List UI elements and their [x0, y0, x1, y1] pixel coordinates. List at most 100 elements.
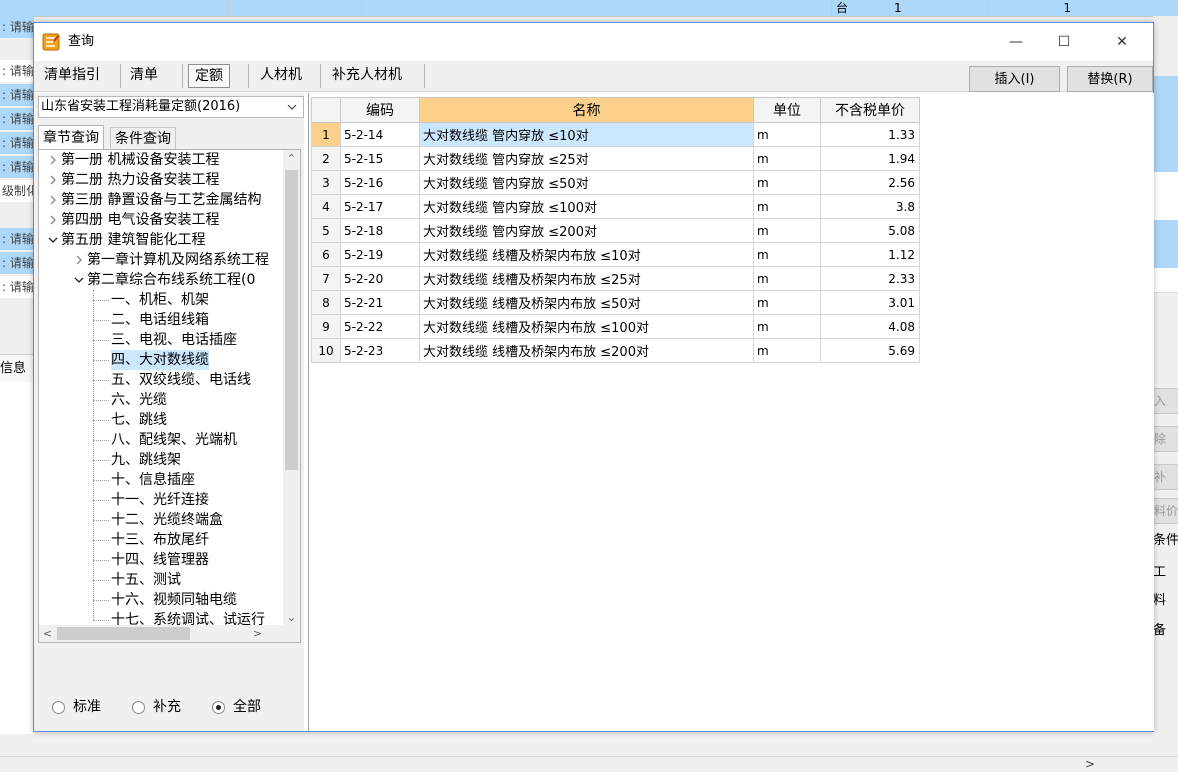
- quota-name[interactable]: 大对数线缆 管内穿放 ≤200对: [419, 218, 754, 243]
- tree-folder-node[interactable]: 第二册 热力设备安装工程: [61, 170, 219, 190]
- radio-standard[interactable]: 标准: [52, 697, 101, 717]
- table-row[interactable]: 6 5-2-19 大对数线缆 线槽及桥架内布放 ≤10对 m 1.12: [311, 242, 920, 267]
- insert-button[interactable]: 插入(I): [969, 66, 1060, 92]
- tree-leaf-node[interactable]: 十五、测试: [111, 570, 181, 590]
- row-number[interactable]: 7: [311, 266, 341, 291]
- quota-name[interactable]: 大对数线缆 线槽及桥架内布放 ≤100对: [419, 314, 754, 339]
- tree-leaf-node[interactable]: 二、电话组线箱: [111, 310, 209, 330]
- bg-scroll-right[interactable]: >: [1085, 757, 1095, 771]
- tree-horizontal-scrollbar[interactable]: < >: [39, 625, 300, 642]
- tree-vertical-scroll-thumb[interactable]: [285, 170, 298, 470]
- tab-supplement-labor-material[interactable]: 补充人材机: [326, 64, 408, 86]
- header-name[interactable]: 名称: [419, 97, 754, 123]
- header-price-excl-tax[interactable]: 不含税单价: [820, 97, 920, 123]
- quota-name[interactable]: 大对数线缆 管内穿放 ≤25对: [419, 146, 754, 171]
- quota-price[interactable]: 1.33: [820, 122, 920, 147]
- title-bar[interactable]: 查询 — ☐ ✕: [34, 23, 1153, 61]
- tree-leaf-node[interactable]: 十、信息插座: [111, 470, 195, 490]
- header-code[interactable]: 编码: [340, 97, 420, 123]
- tree-horizontal-scroll-thumb[interactable]: [57, 627, 190, 640]
- quota-code[interactable]: 5-2-23: [340, 338, 420, 363]
- tab-list-guide[interactable]: 清单指引: [38, 64, 106, 86]
- tree-folder-node[interactable]: 第一册 机械设备安装工程: [61, 150, 219, 170]
- quota-code[interactable]: 5-2-19: [340, 242, 420, 267]
- tree-folder-node[interactable]: 第五册 建筑智能化工程: [61, 230, 205, 250]
- quota-unit[interactable]: m: [753, 314, 821, 339]
- quota-code[interactable]: 5-2-14: [340, 122, 420, 147]
- quota-price[interactable]: 2.33: [820, 266, 920, 291]
- tree-folder-node[interactable]: 第二章综合布线系统工程(0: [87, 270, 255, 290]
- collapsed-chevron-icon[interactable]: [47, 150, 59, 170]
- quota-price[interactable]: 1.94: [820, 146, 920, 171]
- bg-right-button[interactable]: 料价: [1153, 498, 1178, 524]
- quota-code[interactable]: 5-2-22: [340, 314, 420, 339]
- tree-folder-node[interactable]: 第三册 静置设备与工艺金属结构: [61, 190, 261, 210]
- tree-leaf-node[interactable]: 九、跳线架: [111, 450, 181, 470]
- collapsed-chevron-icon[interactable]: [47, 170, 59, 190]
- quota-name[interactable]: 大对数线缆 线槽及桥架内布放 ≤25对: [419, 266, 754, 291]
- collapsed-chevron-icon[interactable]: [47, 190, 59, 210]
- bg-right-button[interactable]: 入: [1153, 388, 1178, 414]
- row-number[interactable]: 2: [311, 146, 341, 171]
- row-number[interactable]: 3: [311, 170, 341, 195]
- quota-code[interactable]: 5-2-21: [340, 290, 420, 315]
- quota-unit[interactable]: m: [753, 194, 821, 219]
- row-number[interactable]: 8: [311, 290, 341, 315]
- quota-code[interactable]: 5-2-17: [340, 194, 420, 219]
- tree-leaf-node[interactable]: 三、电视、电话插座: [111, 330, 237, 350]
- tree-leaf-node[interactable]: 五、双绞线缆、电话线: [111, 370, 251, 390]
- row-number[interactable]: 1: [311, 122, 341, 147]
- collapsed-chevron-icon[interactable]: [47, 210, 59, 230]
- collapsed-chevron-icon[interactable]: [73, 250, 85, 270]
- table-row[interactable]: 9 5-2-22 大对数线缆 线槽及桥架内布放 ≤100对 m 4.08: [311, 314, 920, 339]
- tree-leaf-node[interactable]: 四、大对数线缆: [111, 350, 209, 370]
- bg-info-tab[interactable]: 信息: [0, 354, 34, 384]
- quota-price[interactable]: 3.01: [820, 290, 920, 315]
- tree-leaf-node[interactable]: 八、配线架、光端机: [111, 430, 237, 450]
- tree-leaf-node[interactable]: 一、机柜、机架: [111, 290, 209, 310]
- quota-name[interactable]: 大对数线缆 管内穿放 ≤100对: [419, 194, 754, 219]
- quota-name[interactable]: 大对数线缆 管内穿放 ≤50对: [419, 170, 754, 195]
- close-button[interactable]: ✕: [1099, 23, 1145, 61]
- tree-leaf-node[interactable]: 十二、光缆终端盒: [111, 510, 223, 530]
- quota-price[interactable]: 5.08: [820, 218, 920, 243]
- tree-folder-node[interactable]: 第四册 电气设备安装工程: [61, 210, 219, 230]
- row-number[interactable]: 4: [311, 194, 341, 219]
- tab-list[interactable]: 清单: [124, 64, 164, 86]
- bg-right-button[interactable]: 补: [1153, 464, 1178, 490]
- quota-code[interactable]: 5-2-16: [340, 170, 420, 195]
- tab-quota[interactable]: 定额: [188, 64, 230, 88]
- quota-name[interactable]: 大对数线缆 线槽及桥架内布放 ≤200对: [419, 338, 754, 363]
- tree-vertical-scrollbar[interactable]: ⌃ ⌄: [283, 150, 300, 626]
- table-row[interactable]: 7 5-2-20 大对数线缆 线槽及桥架内布放 ≤25对 m 2.33: [311, 266, 920, 291]
- quota-unit[interactable]: m: [753, 218, 821, 243]
- quota-code[interactable]: 5-2-18: [340, 218, 420, 243]
- table-row[interactable]: 8 5-2-21 大对数线缆 线槽及桥架内布放 ≤50对 m 3.01: [311, 290, 920, 315]
- quota-price[interactable]: 1.12: [820, 242, 920, 267]
- table-row[interactable]: 5 5-2-18 大对数线缆 管内穿放 ≤200对 m 5.08: [311, 218, 920, 243]
- radio-all[interactable]: 全部: [212, 697, 261, 717]
- quota-unit[interactable]: m: [753, 290, 821, 315]
- header-unit[interactable]: 单位: [753, 97, 821, 123]
- quota-unit[interactable]: m: [753, 122, 821, 147]
- scroll-right-icon[interactable]: >: [249, 625, 266, 642]
- quota-price[interactable]: 4.08: [820, 314, 920, 339]
- radio-supplement[interactable]: 补充: [132, 697, 181, 717]
- row-number[interactable]: 6: [311, 242, 341, 267]
- table-row[interactable]: 2 5-2-15 大对数线缆 管内穿放 ≤25对 m 1.94: [311, 146, 920, 171]
- subtab-chapter-query[interactable]: 章节查询: [38, 125, 104, 150]
- quota-price[interactable]: 5.69: [820, 338, 920, 363]
- table-row[interactable]: 3 5-2-16 大对数线缆 管内穿放 ≤50对 m 2.56: [311, 170, 920, 195]
- quota-book-select[interactable]: 山东省安装工程消耗量定额(2016): [38, 96, 304, 118]
- quota-name[interactable]: 大对数线缆 线槽及桥架内布放 ≤50对: [419, 290, 754, 315]
- quota-unit[interactable]: m: [753, 146, 821, 171]
- maximize-button[interactable]: ☐: [1041, 23, 1087, 61]
- tab-labor-material-machine[interactable]: 人材机: [254, 64, 308, 86]
- expanded-chevron-icon[interactable]: [47, 230, 59, 250]
- quota-unit[interactable]: m: [753, 242, 821, 267]
- scroll-up-icon[interactable]: ⌃: [283, 150, 300, 167]
- quota-code[interactable]: 5-2-20: [340, 266, 420, 291]
- quota-unit[interactable]: m: [753, 266, 821, 291]
- replace-button[interactable]: 替换(R): [1067, 66, 1153, 92]
- quota-unit[interactable]: m: [753, 170, 821, 195]
